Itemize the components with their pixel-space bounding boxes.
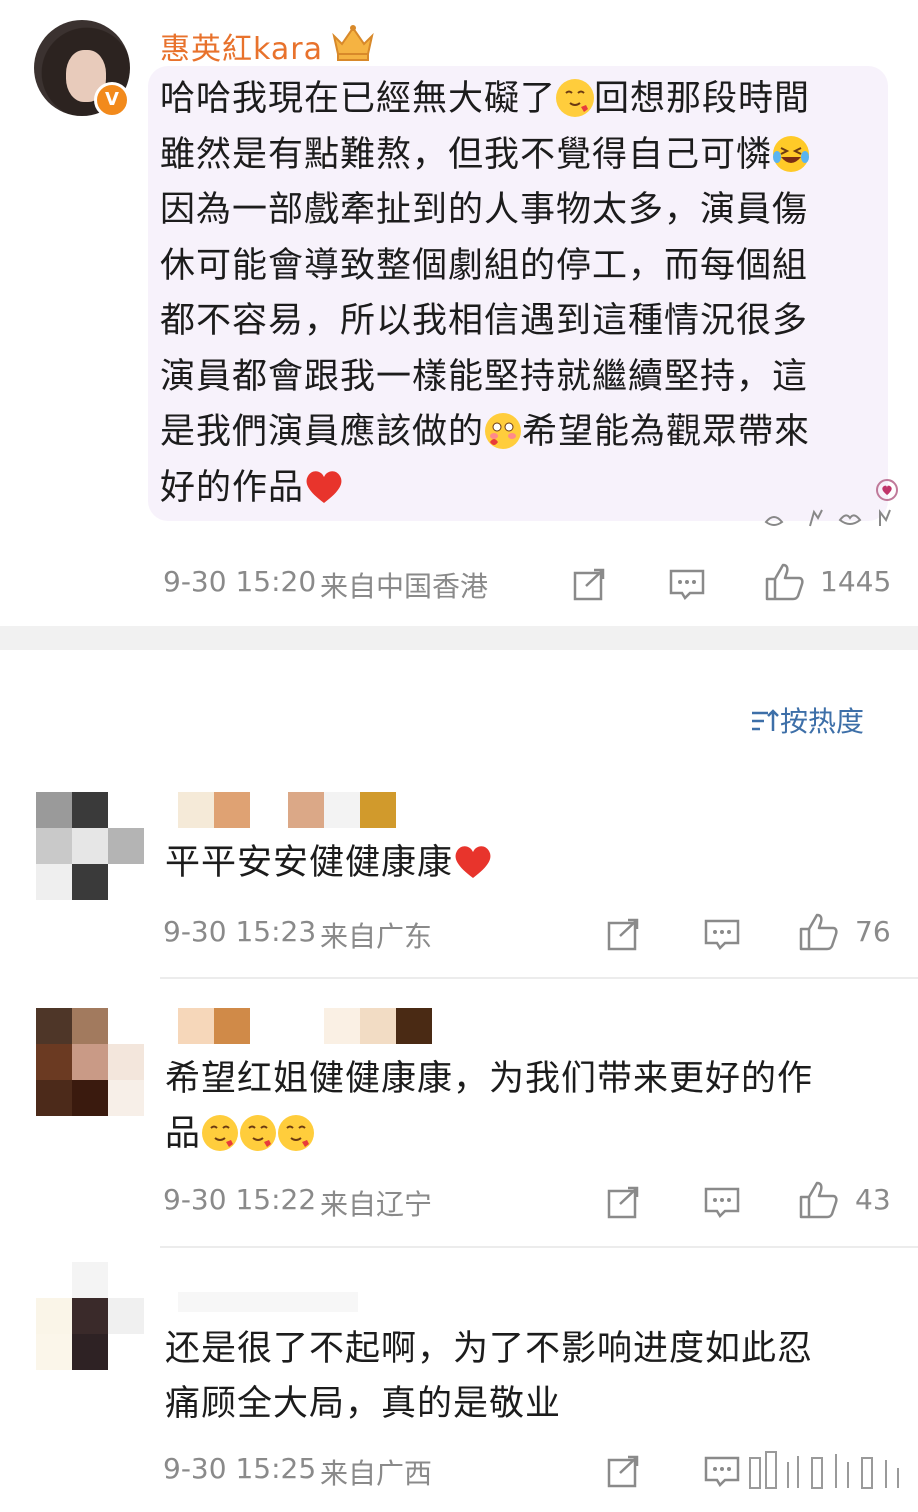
post-line-9: 希望能為觀眾帶來 <box>522 412 811 452</box>
comment-3-line-1: 还是很了不起啊，为了不影响进度如此忍 <box>165 1329 814 1369</box>
comment-2-line-1: 希望红姐健健康康，为我们带来更好的作 <box>165 1059 814 1099</box>
red-heart-icon <box>455 846 491 878</box>
comment-2-like-count: 43 <box>855 1183 891 1216</box>
commenter-avatar[interactable] <box>36 792 144 900</box>
comment-1-text: 平平安安健健康康 <box>165 836 865 891</box>
thumbs-up-icon[interactable] <box>798 912 840 952</box>
post-line-1: 哈哈我現在已經無大礙了 <box>160 79 557 119</box>
kiss-face-emoji-icon <box>556 79 595 117</box>
share-icon[interactable] <box>606 916 642 952</box>
comment-icon[interactable] <box>703 916 741 952</box>
comment-2-timestamp: 9-30 15:22 <box>163 1183 317 1216</box>
comment-1-line: 平平安安健健康康 <box>165 843 454 883</box>
post-like-count: 1445 <box>820 565 892 598</box>
post-line-10: 好的作品 <box>160 467 305 508</box>
share-icon[interactable] <box>572 566 608 602</box>
verified-badge: V <box>94 82 130 118</box>
laughing-tears-emoji-icon <box>772 135 810 173</box>
post-line-5: 休可能會導致整個劇組的停工，而每個組 <box>160 245 809 286</box>
kiss-face-emoji-icon <box>277 1114 315 1152</box>
comment-icon[interactable] <box>668 566 706 602</box>
share-icon[interactable] <box>606 1184 642 1220</box>
post-content: 哈哈我現在已經無大礙了 回想那段時間 雖然是有點難熬，但我不覺得自己可憐 因為一部… <box>160 72 865 516</box>
comment-3-text: 还是很了不起啊，为了不影响进度如此忍 痛顾全大局，真的是敬业 <box>165 1322 865 1432</box>
comment-3-line-2: 痛顾全大局，真的是敬业 <box>165 1384 562 1424</box>
section-divider <box>0 626 918 650</box>
post-timestamp: 9-30 15:20 <box>163 565 317 598</box>
crown-icon <box>332 25 374 61</box>
post-line-4: 因為一部戲牽扯到的人事物太多，演員傷 <box>160 190 809 230</box>
comment-icon[interactable] <box>703 1184 741 1220</box>
comment-1-timestamp: 9-30 15:23 <box>163 915 317 948</box>
post-line-8: 是我們演員應該做的 <box>160 412 485 452</box>
comment-1-source: 来自广东 <box>320 920 433 953</box>
sort-by-hot-button[interactable]: 按热度 <box>750 700 864 740</box>
commenter-avatar[interactable] <box>36 1262 144 1370</box>
post-line-6: 都不容易，所以我相信遇到這種情況很多 <box>160 301 809 341</box>
shy-face-emoji-icon <box>484 412 522 450</box>
red-heart-icon <box>306 470 342 503</box>
sort-label: 按热度 <box>780 705 865 738</box>
comment-1-like-count: 76 <box>855 915 891 948</box>
commenter-name-pixelated[interactable] <box>178 1292 358 1312</box>
post-line-7: 演員都會跟我一樣能堅持就繼續堅持，這 <box>160 356 809 397</box>
author-name[interactable]: 惠英紅kara <box>160 24 323 68</box>
sort-icon <box>752 709 779 731</box>
comment-divider <box>160 977 918 979</box>
kiss-face-emoji-icon <box>201 1114 239 1152</box>
heart-hands-decoration-icon <box>764 479 898 527</box>
comment-icon[interactable] <box>703 1453 741 1489</box>
watermark-icon <box>749 1451 899 1489</box>
comment-3-timestamp: 9-30 15:25 <box>163 1452 317 1485</box>
thumbs-up-icon[interactable] <box>798 1180 840 1220</box>
post-line-2: 回想那段時間 <box>594 79 811 119</box>
kiss-face-emoji-icon <box>239 1114 277 1152</box>
comment-2-source: 来自辽宁 <box>320 1188 433 1221</box>
thumbs-up-icon[interactable] <box>764 562 806 602</box>
commenter-avatar[interactable] <box>36 1008 144 1116</box>
post-source: 来自中国香港 <box>320 570 489 603</box>
comment-2-text: 希望红姐健健康康，为我们带来更好的作 品 <box>165 1052 865 1162</box>
comment-divider <box>160 1246 918 1248</box>
comment-3-source: 来自广西 <box>320 1457 433 1490</box>
comment-2-line-2: 品 <box>165 1114 202 1154</box>
share-icon[interactable] <box>606 1453 642 1489</box>
post-line-3: 雖然是有點難熬，但我不覺得自己可憐 <box>160 134 773 175</box>
